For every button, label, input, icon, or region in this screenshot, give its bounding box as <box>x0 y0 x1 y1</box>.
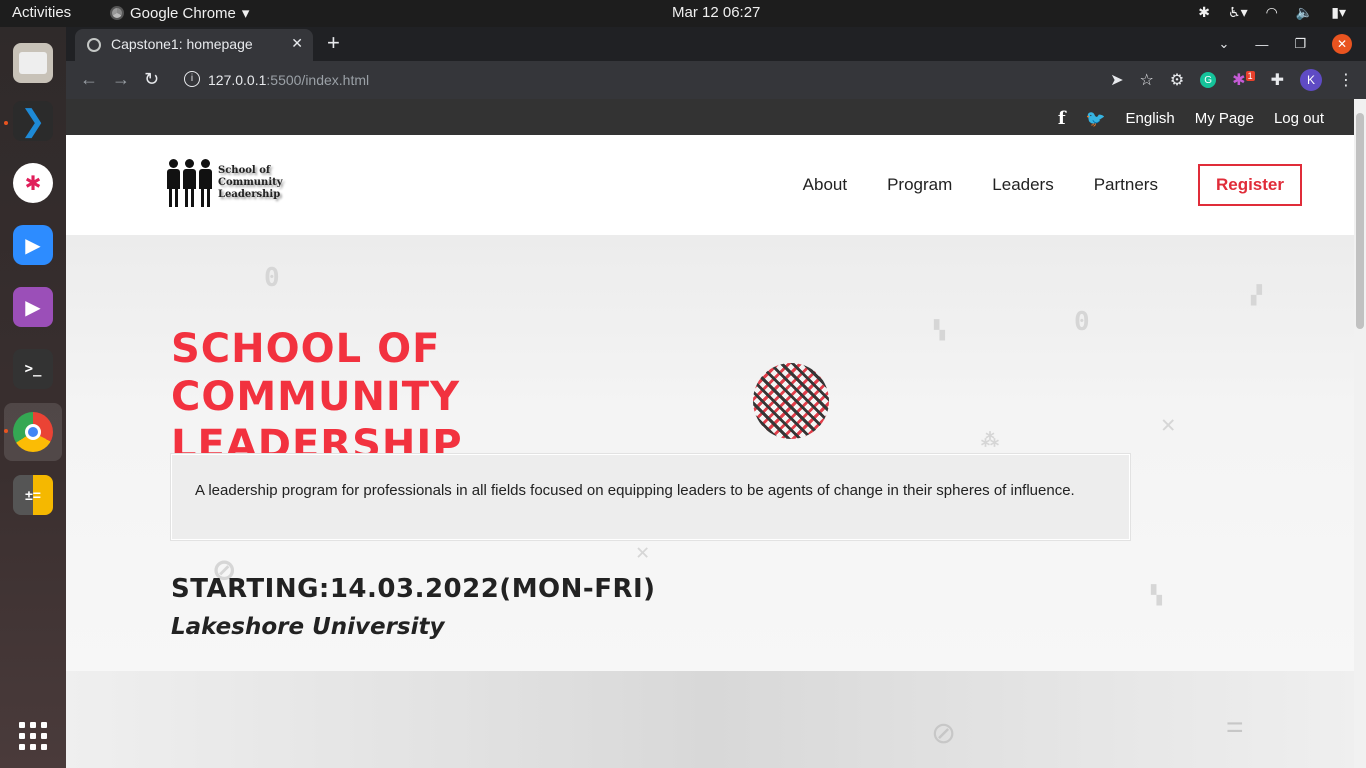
calculator-icon[interactable]: ±= <box>13 475 53 515</box>
tab-capstone-homepage[interactable]: Capstone1: homepage ✕ <box>75 29 313 61</box>
decorative-equals: = <box>1226 711 1244 744</box>
system-top-bar: Activities Google Chrome ▾ Mar 12 06:27 … <box>0 0 1366 27</box>
volume-icon: 🔈 <box>1295 4 1314 20</box>
people-logo-icon <box>166 159 212 207</box>
window-controls: ⌄ — ❐ ✕ <box>1218 27 1366 61</box>
chrome-icon <box>110 6 124 20</box>
back-arrow-icon[interactable]: ← <box>80 69 98 90</box>
hero-description: A leadership program for professionals i… <box>195 482 1075 499</box>
show-apps-icon[interactable] <box>19 722 47 750</box>
system-tray[interactable]: ✱ ♿▾ ◠ 🔈 ▮▾ <box>1198 4 1346 21</box>
minimize-button[interactable]: — <box>1255 37 1268 52</box>
language-link[interactable]: English <box>1126 110 1175 127</box>
browser-window: Capstone1: homepage ✕ + ⌄ — ❐ ✕ ← → ↻ i … <box>66 27 1366 768</box>
site-logo[interactable]: School of Community Leadership <box>166 159 338 207</box>
files-icon[interactable] <box>13 43 53 83</box>
close-tab-icon[interactable]: ✕ <box>291 35 303 52</box>
social-top-bar: f 🐦 English My Page Log out <box>66 99 1354 135</box>
facebook-icon[interactable]: f <box>1058 108 1066 129</box>
venue: Lakeshore University <box>171 614 445 640</box>
forward-arrow-icon[interactable]: → <box>112 69 130 90</box>
description-box: A leadership program for professionals i… <box>171 454 1130 540</box>
terminal-icon[interactable]: >_ <box>13 349 53 389</box>
extensions-area: ➤ ☆ ⚙ G ✱ 1 ✚ K ⋮ <box>1110 69 1354 91</box>
accessibility-icon[interactable]: ♿▾ <box>1228 4 1248 21</box>
puzzle-extensions-icon[interactable]: ✚ <box>1271 70 1284 90</box>
reload-icon[interactable]: ↻ <box>144 69 159 90</box>
tab-strip: Capstone1: homepage ✕ + ⌄ — ❐ ✕ <box>66 27 1366 61</box>
tab-title: Capstone1: homepage <box>111 36 253 52</box>
zoom-icon[interactable]: ▶ <box>13 225 53 265</box>
logout-link[interactable]: Log out <box>1274 110 1324 127</box>
kebab-menu-icon[interactable]: ⋮ <box>1338 70 1354 90</box>
page-scrollbar[interactable] <box>1354 99 1366 768</box>
running-indicator <box>4 429 8 433</box>
decorative-zero: 0 <box>264 263 280 293</box>
nav-about[interactable]: About <box>803 175 847 195</box>
vscode-icon[interactable]: ❯ <box>13 101 53 141</box>
start-date: STARTING:14.03.2022(MON-FRI) <box>171 574 656 604</box>
maximize-button[interactable]: ❐ <box>1294 36 1306 52</box>
twitter-icon[interactable]: 🐦 <box>1086 109 1106 129</box>
hero-section: 0 0 ✕ ✕ ⊘ ▞ ▚ ▚ ⁂ SCHOOL OF COMMUNITY LE… <box>66 235 1354 671</box>
chrome-dock-icon[interactable] <box>13 412 53 452</box>
settings-extension-icon[interactable]: ⚙ <box>1170 70 1184 90</box>
bookmark-star-icon[interactable]: ☆ <box>1139 70 1153 90</box>
battery-icon: ▮▾ <box>1331 4 1346 20</box>
register-button[interactable]: Register <box>1197 164 1302 206</box>
globe-icon <box>87 38 101 52</box>
slack-tray-icon[interactable]: ✱ <box>1198 4 1210 21</box>
slack-icon[interactable]: ✱ <box>13 163 53 203</box>
decorative-dots: ⁂ <box>981 430 999 451</box>
app-menu[interactable]: Google Chrome ▾ <box>110 4 249 22</box>
decorative-blocks: ▚ <box>1151 585 1162 606</box>
lower-banner: ⊘ = <box>66 671 1354 768</box>
browser-toolbar: ← → ↻ i 127.0.0.1:5500/index.html ➤ ☆ ⚙ … <box>66 61 1366 99</box>
decorative-blocks: ▚ <box>934 320 945 341</box>
color-extension-icon[interactable]: ✱ 1 <box>1232 70 1255 90</box>
clock[interactable]: Mar 12 06:27 <box>672 4 760 21</box>
scrollbar-thumb[interactable] <box>1356 113 1364 329</box>
my-page-link[interactable]: My Page <box>1195 110 1254 127</box>
url-host: 127.0.0.1 <box>208 72 267 88</box>
main-nav: About Program Leaders Partners Register <box>803 164 1302 206</box>
close-window-button[interactable]: ✕ <box>1332 34 1352 54</box>
decorative-no-icon: ⊘ <box>931 717 957 750</box>
profile-avatar[interactable]: K <box>1300 69 1322 91</box>
decorative-x-icon: ✕ <box>1161 410 1176 438</box>
nav-program[interactable]: Program <box>887 175 952 195</box>
nav-partners[interactable]: Partners <box>1094 175 1158 195</box>
caret-down-icon: ▾ <box>241 5 250 22</box>
tab-search-icon[interactable]: ⌄ <box>1218 36 1229 52</box>
logo-text: School of Community Leadership <box>218 165 283 200</box>
decorative-x-icon: ✕ <box>636 540 650 565</box>
send-icon[interactable]: ➤ <box>1110 70 1123 90</box>
nav-leaders[interactable]: Leaders <box>992 175 1053 195</box>
dock: ❯ ✱ ▶ ▶ >_ ±= <box>0 27 66 768</box>
wifi-icon: ◠ <box>1265 4 1278 20</box>
running-indicator <box>4 121 8 125</box>
address-bar[interactable]: i 127.0.0.1:5500/index.html <box>174 65 1174 95</box>
decorative-zero: 0 <box>1074 307 1090 337</box>
site-header: School of Community Leadership About Pro… <box>66 135 1354 235</box>
hero-title: SCHOOL OF COMMUNITY LEADERSHIP <box>171 326 463 468</box>
site-info-icon[interactable]: i <box>184 71 200 87</box>
dotted-pattern-circle <box>753 363 829 439</box>
activities-button[interactable]: Activities <box>12 4 71 21</box>
grammarly-icon[interactable]: G <box>1200 72 1217 88</box>
url-text[interactable]: 127.0.0.1:5500/index.html <box>208 72 369 88</box>
new-tab-button[interactable]: + <box>327 30 340 56</box>
decorative-blocks: ▞ <box>1251 285 1262 306</box>
video-player-icon[interactable]: ▶ <box>13 287 53 327</box>
url-path: :5500/index.html <box>266 72 370 88</box>
app-menu-label: Google Chrome <box>130 4 236 22</box>
page-viewport: f 🐦 English My Page Log out School of Co… <box>66 99 1366 768</box>
extension-badge: 1 <box>1245 70 1255 81</box>
